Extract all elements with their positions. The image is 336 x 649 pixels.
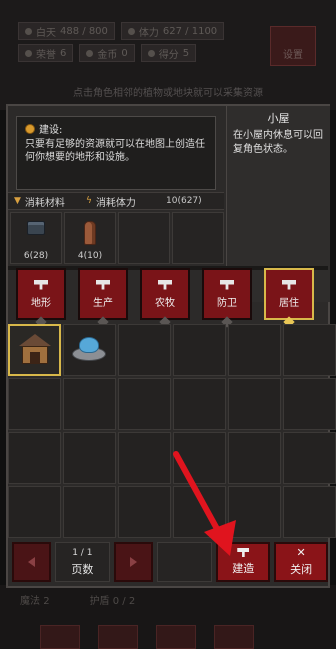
building-description: 在小屋内休息可以回复角色状态。 — [233, 130, 323, 155]
grid-cell — [8, 378, 61, 430]
tab-production[interactable]: 生产 — [78, 268, 128, 328]
hammer-icon — [34, 279, 48, 290]
sun-icon — [25, 27, 32, 35]
material-slot-empty — [172, 212, 224, 264]
hammer-icon — [96, 279, 110, 290]
tutorial-arrow-icon — [173, 451, 236, 556]
building-item-fountain[interactable] — [63, 324, 116, 376]
build-info-box: 建设: 只要有足够的资源就可以在地图上创造任何你想要的地形和设施。 — [16, 116, 216, 190]
background-stats-row-2: 荣誉 6 金币 0 得分 5 — [18, 44, 197, 62]
category-tabs: 地形 生产 农牧 防卫 居住 — [16, 268, 314, 328]
cabin-icon — [19, 334, 51, 364]
tab-terrain[interactable]: 地形 — [16, 268, 66, 328]
grid-cell — [63, 432, 116, 484]
honor-icon — [25, 49, 32, 57]
energy-icon — [127, 27, 135, 35]
grid-cell — [283, 324, 336, 376]
day-stat: 白天 488 / 800 — [18, 22, 115, 40]
grid-cell — [173, 378, 226, 430]
grid-cell — [283, 378, 336, 430]
action-bar: 1 / 1 页数 建造 ✕ 关闭 — [8, 538, 328, 586]
coin-icon — [86, 49, 94, 57]
building-name: 小屋 — [267, 112, 290, 125]
lightning-icon: ϟ — [86, 196, 92, 206]
stamina-stat: 体力 627 / 1100 — [120, 22, 225, 40]
next-page-button[interactable] — [114, 542, 153, 582]
tab-defense[interactable]: 防卫 — [202, 268, 252, 328]
background-tab — [156, 625, 196, 649]
gold-stat: 金币 0 — [79, 44, 135, 62]
tab-residence[interactable]: 居住 — [264, 268, 314, 328]
shield-stat: 护盾 0 / 2 — [89, 596, 136, 607]
material-slot-empty — [118, 212, 170, 264]
background-tab — [214, 625, 254, 649]
sprout-icon — [158, 279, 172, 290]
info-description: 只要有足够的资源就可以在地图上创造任何你想要的地形和设施。 — [25, 139, 205, 163]
grid-cell — [173, 324, 226, 376]
stone-icon — [27, 221, 45, 235]
settings-button: 设置 — [270, 26, 316, 66]
grid-cell — [118, 324, 171, 376]
close-button[interactable]: ✕ 关闭 — [274, 542, 328, 582]
building-item-cabin[interactable] — [8, 324, 61, 376]
background-tab — [98, 625, 138, 649]
background-hint: 点击角色相邻的植物或地块就可以采集资源 — [73, 88, 263, 99]
grid-cell — [283, 432, 336, 484]
grid-cell — [228, 324, 281, 376]
materials-row: 6(28) 4(10) — [10, 212, 224, 264]
tab-farming[interactable]: 农牧 — [140, 268, 190, 328]
shield-icon — [220, 279, 234, 290]
grid-cell — [118, 378, 171, 430]
background-bottom-stats: 魔法 2 护盾 0 / 2 — [20, 592, 135, 607]
info-title-text: 建设: — [39, 125, 63, 136]
material-slot: 4(10) — [64, 212, 116, 264]
info-title: 建设: — [25, 121, 207, 136]
material-slot: 6(28) — [10, 212, 62, 264]
background-tab — [40, 625, 80, 649]
score-stat: 得分 5 — [140, 44, 197, 62]
build-panel: 建设: 只要有足够的资源就可以在地图上创造任何你想要的地形和设施。 小屋 在小屋… — [6, 104, 336, 588]
magic-stat: 魔法 2 — [20, 596, 50, 607]
page-indicator: 1 / 1 页数 — [54, 542, 111, 582]
grid-cell — [118, 432, 171, 484]
fountain-icon — [72, 335, 106, 363]
background-tabs — [40, 625, 254, 649]
stamina-cost: ϟ 消耗体力 — [86, 196, 136, 209]
right-arrow-icon — [129, 557, 137, 567]
grid-cell — [118, 486, 171, 538]
honor-stat: 荣誉 6 — [18, 44, 74, 62]
diamond-icon — [282, 279, 296, 290]
grid-cell — [63, 486, 116, 538]
grid-cell — [283, 486, 336, 538]
grid-cell — [63, 378, 116, 430]
materials-cost: ▼ 消耗材料 — [14, 196, 65, 209]
left-arrow-icon — [27, 557, 35, 567]
score-icon — [147, 49, 155, 57]
grid-cell — [228, 378, 281, 430]
grid-cell — [8, 432, 61, 484]
info-icon — [25, 123, 35, 134]
wood-icon — [84, 221, 96, 245]
background-stats-row-1: 白天 488 / 800 体力 627 / 1100 — [18, 22, 225, 40]
cost-bar: ▼ 消耗材料 ϟ 消耗体力 10(627) — [8, 192, 224, 210]
down-arrow-icon: ▼ — [14, 196, 21, 206]
stamina-cost-value: 10(627) — [166, 196, 202, 206]
close-icon: ✕ — [296, 546, 306, 559]
grid-cell — [8, 486, 61, 538]
prev-page-button[interactable] — [12, 542, 51, 582]
